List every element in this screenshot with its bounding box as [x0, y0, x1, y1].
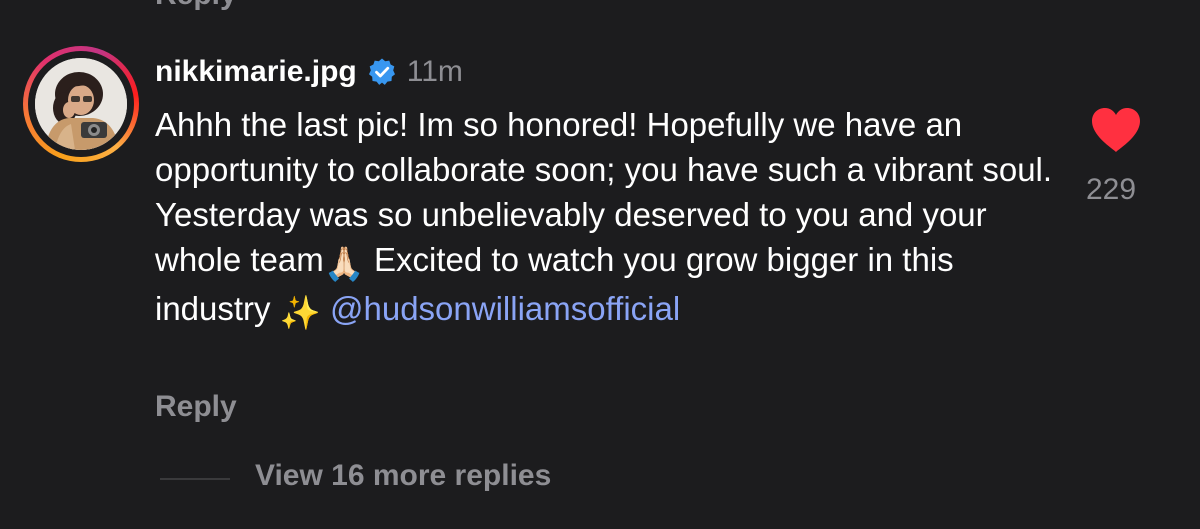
mention-link[interactable]: @hudsonwilliamsofficial — [330, 290, 680, 327]
avatar-image — [35, 58, 127, 150]
comment: nikkimarie.jpg 11m Ahhh the last pic! Im… — [155, 52, 1055, 335]
comment-header: nikkimarie.jpg 11m — [155, 52, 1055, 92]
avatar[interactable] — [35, 58, 127, 150]
comment-timestamp: 11m — [406, 55, 463, 88]
like-count: 229 — [1086, 173, 1137, 206]
folded-hands-emoji: 🙏🏻 — [323, 245, 365, 282]
sparkles-emoji: ✨ — [279, 294, 321, 331]
avatar-story-ring[interactable] — [23, 46, 139, 162]
verified-badge-icon — [367, 57, 397, 87]
view-more-replies-button[interactable]: View 16 more replies — [255, 459, 551, 493]
comment-thread: Reply — [0, 0, 1200, 529]
reply-button[interactable]: Reply — [155, 390, 237, 424]
username-link[interactable]: nikkimarie.jpg — [155, 55, 357, 89]
replies-divider-line — [160, 478, 230, 480]
heart-filled-icon[interactable] — [1090, 106, 1142, 154]
comment-text: Ahhh the last pic! Im so honored! Hopefu… — [155, 102, 1055, 335]
previous-reply-button[interactable]: Reply — [155, 0, 237, 12]
